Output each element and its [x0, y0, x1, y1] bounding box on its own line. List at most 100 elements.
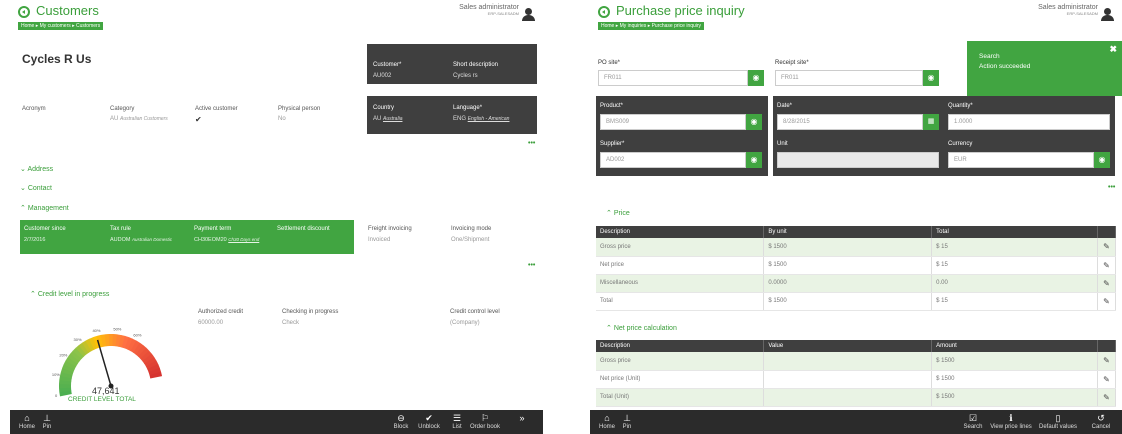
- product-panel: Product* BMS009 ◉ Supplier* AD002 ◉: [596, 96, 768, 176]
- info-icon: ℹ: [1009, 413, 1013, 423]
- table-cell: Net price: [596, 256, 765, 275]
- credit-control-value[interactable]: (Company): [450, 320, 480, 326]
- quantity-field[interactable]: 1.0000: [948, 114, 1110, 130]
- unit-field[interactable]: [777, 152, 939, 168]
- net-price-table: Description Value Amount Gross price $ 15…: [596, 340, 1117, 407]
- order-book-button[interactable]: ⚐ Order book: [470, 413, 500, 430]
- table-row[interactable]: Total $ 1500 $ 15 ✎: [596, 292, 1117, 311]
- section-net-price[interactable]: ⌃ Net price calculation: [606, 324, 677, 332]
- section-credit-level[interactable]: ⌃ Credit level in progress: [30, 290, 109, 298]
- block-button[interactable]: ⊖ Block: [386, 413, 416, 430]
- invoicing-mode-value[interactable]: One/Shipment: [451, 237, 489, 243]
- table-cell: [763, 388, 933, 407]
- customer-since-value[interactable]: 2/7/2016: [24, 237, 45, 243]
- more-icon[interactable]: •••: [528, 140, 535, 147]
- eye-icon[interactable]: ◉: [1094, 152, 1110, 168]
- table-row[interactable]: Total (Unit) $ 1500 ✎: [596, 388, 1117, 407]
- col-total: Total: [931, 226, 1098, 238]
- receipt-site-label: Receipt site*: [775, 60, 809, 66]
- country-panel: Country AU Australia Language* ENG Engli…: [367, 96, 537, 134]
- freight-value[interactable]: Invoiced: [368, 237, 390, 243]
- list-button[interactable]: ☰ List: [442, 413, 472, 430]
- currency-field[interactable]: EUR: [948, 152, 1094, 168]
- edit-icon[interactable]: ✎: [1097, 352, 1117, 371]
- short-desc-value[interactable]: Cycles rs: [453, 73, 478, 79]
- edit-icon[interactable]: ✎: [1097, 292, 1117, 311]
- receipt-site-field[interactable]: FR011: [775, 70, 923, 86]
- user-icon[interactable]: [522, 8, 535, 21]
- eye-icon[interactable]: ◉: [923, 70, 939, 86]
- payment-term-value[interactable]: CH30EOM20 Ch30 Days end: [194, 237, 259, 243]
- table-row[interactable]: Net price $ 1500 $ 15 ✎: [596, 256, 1117, 275]
- back-arrow-icon[interactable]: [598, 6, 610, 18]
- customer-value[interactable]: AU002: [373, 73, 391, 79]
- user-icon[interactable]: [1101, 8, 1114, 21]
- supplier-field[interactable]: AD002: [600, 152, 746, 168]
- po-site-field[interactable]: FR011: [598, 70, 748, 86]
- unblock-button[interactable]: ✔ Unblock: [414, 413, 444, 430]
- checking-value[interactable]: Check: [282, 320, 299, 326]
- table-row[interactable]: Gross price $ 1500 ✎: [596, 352, 1117, 371]
- more-icon[interactable]: •••: [528, 262, 535, 269]
- col-description: Description: [596, 226, 765, 238]
- customers-screen: Customers Home ▸ My customers ▸ Customer…: [10, 0, 543, 434]
- table-cell: $ 1500: [931, 352, 1098, 371]
- table-cell: Gross price: [596, 238, 765, 257]
- close-icon[interactable]: ✖: [1109, 44, 1117, 55]
- default-values-button[interactable]: ▯ Default values: [1036, 413, 1080, 430]
- table-row[interactable]: Net price (Unit) $ 1500 ✎: [596, 370, 1117, 389]
- table-cell: $ 1500: [931, 370, 1098, 389]
- edit-icon[interactable]: ✎: [1097, 256, 1117, 275]
- cancel-button[interactable]: ↺ Cancel: [1086, 413, 1116, 430]
- physical-person-value[interactable]: No: [278, 116, 286, 122]
- credit-control-label: Credit control level: [450, 309, 500, 315]
- breadcrumb[interactable]: Home ▸ My customers ▸ Customers: [18, 22, 104, 30]
- gauge-tick-label: 40%: [92, 328, 100, 333]
- user-name: Sales administrator: [459, 4, 519, 11]
- more-icon[interactable]: •••: [1108, 184, 1115, 191]
- country-value[interactable]: AU Australia: [373, 116, 402, 122]
- customer-label: Customer*: [373, 62, 402, 68]
- pin-button[interactable]: ⊥ Pin: [612, 413, 642, 430]
- product-field[interactable]: BMS009: [600, 114, 746, 130]
- supplier-label: Supplier*: [600, 141, 625, 147]
- eye-icon[interactable]: ◉: [748, 70, 764, 86]
- authorized-credit-value[interactable]: 60000.00: [198, 320, 223, 326]
- edit-icon[interactable]: ✎: [1097, 388, 1117, 407]
- search-check-icon: ☑: [968, 413, 978, 423]
- table-cell: $ 15: [931, 292, 1098, 311]
- pin-button[interactable]: ⊥ Pin: [32, 413, 62, 430]
- edit-icon[interactable]: ✎: [1097, 370, 1117, 389]
- table-row[interactable]: Gross price $ 1500 $ 15 ✎: [596, 238, 1117, 257]
- section-management[interactable]: ⌃ Management: [20, 204, 69, 212]
- acronym-label: Acronym: [22, 106, 46, 112]
- section-contact[interactable]: ⌄ Contact: [20, 184, 52, 192]
- section-address[interactable]: ⌄ Address: [20, 165, 53, 173]
- edit-icon[interactable]: ✎: [1097, 274, 1117, 293]
- physical-person-label: Physical person: [278, 106, 321, 112]
- user-site: ERP-SALESADM: [1066, 11, 1098, 16]
- pin-icon: ⊥: [623, 413, 631, 423]
- view-price-lines-button[interactable]: ℹ View price lines: [988, 413, 1034, 430]
- tax-rule-label: Tax rule: [110, 226, 132, 232]
- edit-icon[interactable]: ✎: [1097, 238, 1117, 257]
- section-price[interactable]: ⌃ Price: [606, 209, 630, 217]
- back-arrow-icon[interactable]: [18, 6, 30, 18]
- settlement-discount-label: Settlement discount: [277, 226, 330, 232]
- customer-header-panel: Customer* AU002 Short description Cycles…: [367, 44, 537, 84]
- eye-icon[interactable]: ◉: [746, 114, 762, 130]
- breadcrumb[interactable]: Home ▸ My inquiries ▸ Purchase price inq…: [598, 22, 705, 30]
- tax-rule-value[interactable]: AUDOM Australian Domestic: [110, 237, 172, 243]
- more-actions-button[interactable]: »: [507, 413, 537, 424]
- active-customer-check[interactable]: ✔: [195, 115, 202, 124]
- category-value[interactable]: AU Australian Customers: [110, 116, 168, 122]
- gauge-needle: [96, 339, 112, 387]
- notification-toast: Search Action succeeded ✖: [967, 41, 1122, 96]
- eye-icon[interactable]: ◉: [746, 152, 762, 168]
- calendar-icon[interactable]: ▦: [923, 114, 939, 130]
- language-value[interactable]: ENG English - American: [453, 116, 509, 122]
- search-button[interactable]: ☑ Search: [958, 413, 988, 430]
- table-row[interactable]: Miscellaneous 0.0000 0.00 ✎: [596, 274, 1117, 293]
- short-desc-label: Short description: [453, 62, 499, 68]
- date-field[interactable]: 8/28/2015: [777, 114, 923, 130]
